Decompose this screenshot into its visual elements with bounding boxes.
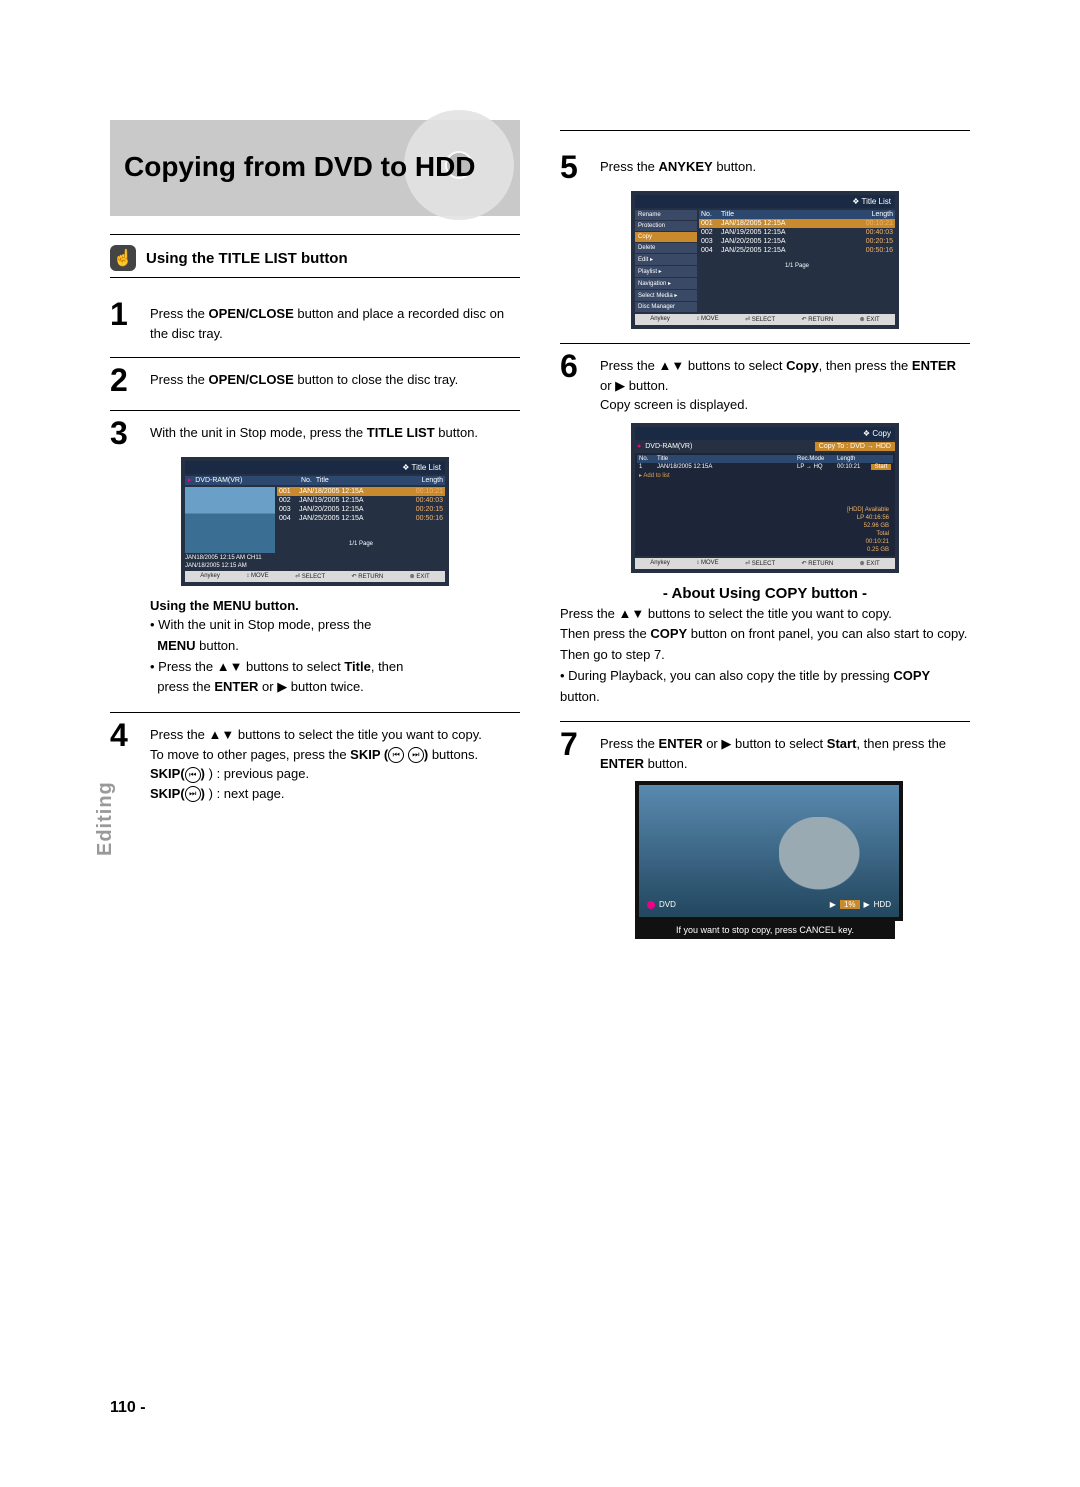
list-item: 001JAN/18/2005 12:15A00:10:21 — [699, 219, 895, 228]
menu-item: Select Media ▸ — [635, 290, 697, 301]
osd-list: No.TitleLength 001JAN/18/2005 12:15A00:1… — [699, 210, 895, 312]
menu-item: Edit ▸ — [635, 254, 697, 265]
menu-method-heading: Using the MENU button. — [150, 598, 520, 613]
step-number: 1 — [110, 298, 140, 343]
section-tab: Editing — [94, 781, 117, 856]
list-item: 003JAN/20/2005 12:15A00:20:15 — [277, 505, 445, 514]
step-body: Press the OPEN/CLOSE button to close the… — [150, 364, 520, 396]
step-body: Press the OPEN/CLOSE button and place a … — [150, 298, 520, 343]
skip-next-icon: ⏭ — [408, 747, 424, 763]
step-body: Press the ▲▼ buttons to select Copy, the… — [600, 350, 970, 415]
page-title-box: Copying from DVD to HDD — [110, 120, 520, 216]
osd-title-list: Title List ● DVD-RAM(VR) No. Title Lengt… — [181, 457, 449, 586]
menu-item: Playlist ▸ — [635, 266, 697, 277]
list-item: 002JAN/19/2005 12:15A00:40:03 — [277, 496, 445, 505]
section-heading-text: Using the TITLE LIST button — [146, 250, 348, 267]
list-item: 001JAN/18/2005 12:15A00:10:21 — [277, 487, 445, 496]
step-body: Press the ANYKEY button. — [600, 151, 970, 183]
osd-context-menu: Rename Protection Copy Delete Edit ▸ Pla… — [635, 210, 697, 312]
menu-item: Copy — [635, 232, 697, 242]
osd-anykey-menu: Title List Rename Protection Copy Delete… — [631, 191, 899, 329]
about-body: Press the ▲▼ buttons to select the title… — [560, 604, 970, 708]
osd-footer: Anykey↕ MOVE ⏎ SELECT ↶ RETURN ⊗ EXIT — [635, 558, 895, 569]
osd-copy-progress: DVD ▶1%▶HDD If you want to stop copy, pr… — [635, 781, 895, 939]
step-body: Press the ▲▼ buttons to select the title… — [150, 719, 520, 803]
step-number: 7 — [560, 728, 590, 773]
skip-prev-icon: ⏮ — [388, 747, 404, 763]
page-title: Copying from DVD to HDD — [124, 152, 476, 183]
page-number: 110 - — [110, 1399, 146, 1417]
osd-header: Title List — [635, 195, 895, 208]
menu-item: Navigation ▸ — [635, 278, 697, 289]
step-number: 2 — [110, 364, 140, 396]
menu-item: Delete — [635, 243, 697, 253]
menu-item: Rename — [635, 210, 697, 220]
osd-list: 001JAN/18/2005 12:15A00:10:21 002JAN/19/… — [277, 487, 445, 569]
list-item: 002JAN/19/2005 12:15A00:40:03 — [699, 228, 895, 237]
cancel-hint: If you want to stop copy, press CANCEL k… — [635, 921, 895, 939]
step-body: With the unit in Stop mode, press the TI… — [150, 417, 520, 449]
skip-next-icon: ⏭ — [185, 786, 201, 802]
list-item: 004JAN/25/2005 12:15A00:50:16 — [699, 246, 895, 255]
osd-header: Title List — [185, 461, 445, 474]
step-number: 6 — [560, 350, 590, 415]
step-body: Press the ENTER or ▶ button to select St… — [600, 728, 970, 773]
section-heading: ☝ Using the TITLE LIST button — [110, 234, 520, 271]
menu-item: Protection — [635, 221, 697, 231]
list-item: 003JAN/20/2005 12:15A00:20:15 — [699, 237, 895, 246]
osd-footer: Anykey↕ MOVE ⏎ SELECT ↶ RETURN ⊗ EXIT — [185, 571, 445, 582]
skip-prev-icon: ⏮ — [185, 767, 201, 783]
osd-thumbnail — [185, 487, 275, 553]
about-heading: - About Using COPY button - — [560, 585, 970, 602]
step-number: 5 — [560, 151, 590, 183]
osd-header: Copy — [635, 427, 895, 440]
source-badge: DVD — [647, 900, 676, 909]
hand-icon: ☝ — [110, 245, 136, 271]
step-number: 3 — [110, 417, 140, 449]
menu-item: Disc Manager — [635, 302, 697, 312]
menu-method-body: • With the unit in Stop mode, press the … — [150, 615, 520, 698]
list-item: 004JAN/25/2005 12:15A00:50:16 — [277, 514, 445, 523]
osd-footer: Anykey↕ MOVE ⏎ SELECT ↶ RETURN ⊗ EXIT — [635, 314, 895, 325]
progress-indicator: ▶1%▶HDD — [830, 900, 891, 909]
osd-copy-screen: Copy ● DVD-RAM(VR) Copy To : DVD → HDD N… — [631, 423, 899, 573]
